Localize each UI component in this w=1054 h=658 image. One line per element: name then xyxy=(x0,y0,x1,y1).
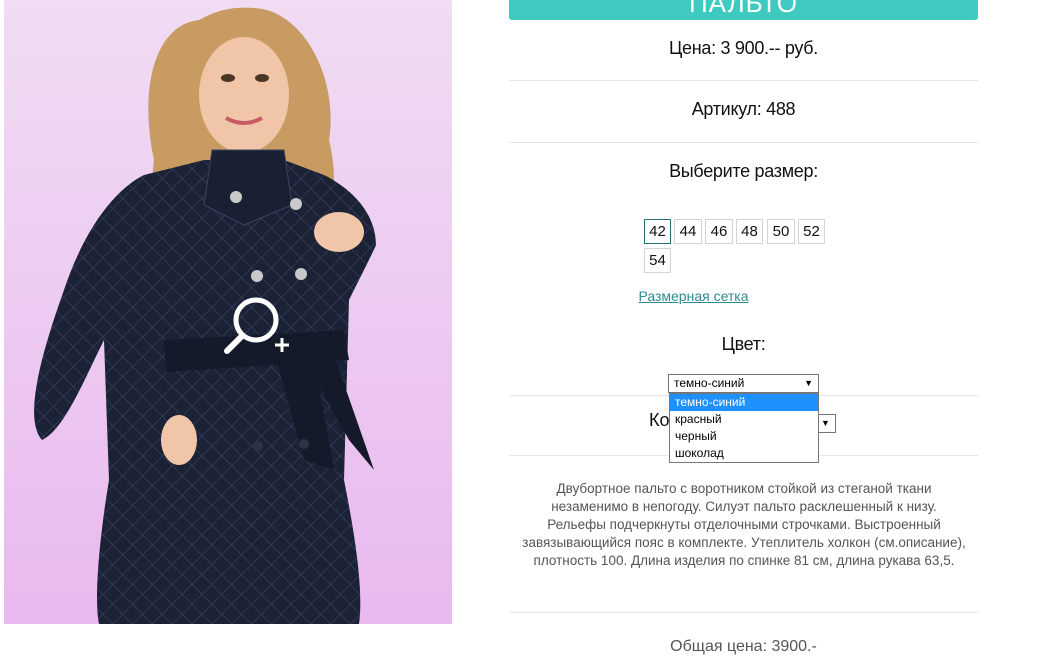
color-label: Цвет: xyxy=(721,334,766,354)
dropdown-arrow-icon: ▼ xyxy=(804,378,813,388)
size-option-50[interactable]: 50 xyxy=(767,219,795,244)
product-title-bar: ПАЛЬТО xyxy=(509,0,978,20)
color-option-dark-blue[interactable]: темно-синий xyxy=(670,394,818,411)
total-price: Общая цена: 3900.- xyxy=(670,638,817,655)
color-select[interactable]: темно-синий ▼ xyxy=(668,374,819,393)
color-select-value: темно-синий xyxy=(674,376,745,390)
price-text: Цена: 3 900.-- руб. xyxy=(669,38,818,58)
product-description: Двубортное пальто с воротником стойкой и… xyxy=(522,481,966,568)
divider xyxy=(509,142,978,143)
product-title: ПАЛЬТО xyxy=(688,0,799,18)
size-option-46[interactable]: 46 xyxy=(705,219,733,244)
color-option-black[interactable]: черный xyxy=(670,428,818,445)
size-option-44[interactable]: 44 xyxy=(674,219,702,244)
size-option-54[interactable]: 54 xyxy=(644,248,671,273)
divider xyxy=(509,80,978,81)
color-dropdown-list[interactable]: темно-синий красный черный шоколад xyxy=(669,393,819,463)
size-chart-link[interactable]: Размерная сетка xyxy=(609,288,778,304)
quantity-select-arrow[interactable]: ▼ xyxy=(816,414,836,433)
size-option-48[interactable]: 48 xyxy=(736,219,763,244)
color-option-chocolate[interactable]: шоколад xyxy=(670,445,818,462)
product-photo[interactable] xyxy=(4,0,452,624)
size-label: Выберите размер: xyxy=(669,161,818,181)
size-option-42[interactable]: 42 xyxy=(644,219,671,244)
size-option-52[interactable]: 52 xyxy=(798,219,825,244)
quantity-label: Ко xyxy=(649,410,670,430)
color-option-red[interactable]: красный xyxy=(670,411,818,428)
zoom-in-icon[interactable] xyxy=(222,294,298,358)
divider xyxy=(509,612,978,613)
article-text: Артикул: 488 xyxy=(691,99,796,119)
